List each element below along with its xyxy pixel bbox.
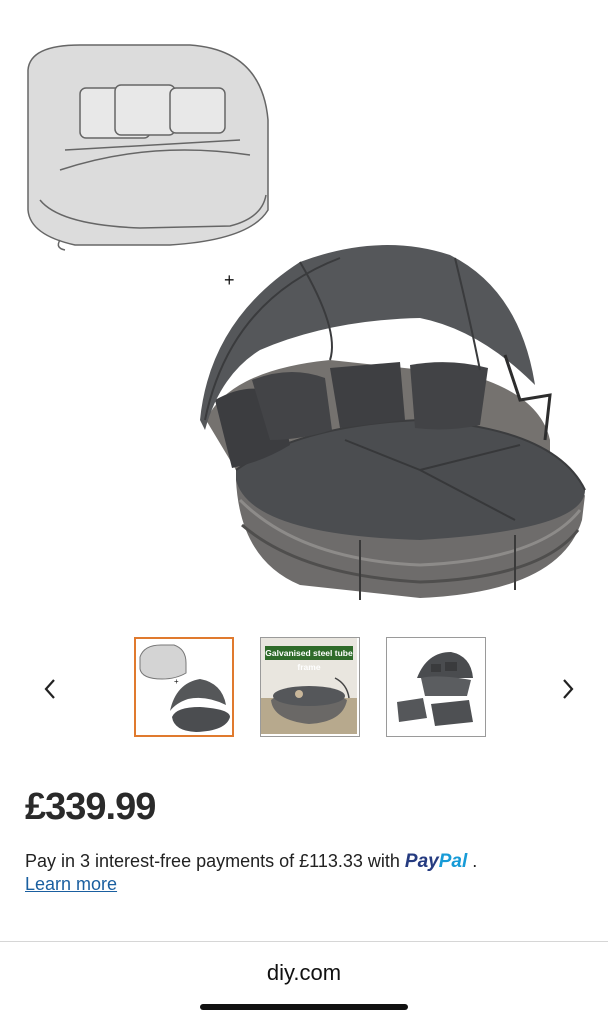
plus-sign: + — [224, 270, 235, 290]
chevron-right-icon[interactable] — [556, 674, 580, 704]
chevron-left-icon[interactable] — [38, 674, 62, 704]
daybed-illustration — [200, 245, 586, 600]
cover-illustration — [27, 44, 269, 251]
home-indicator[interactable] — [200, 1004, 408, 1010]
paypal-logo: PayPal — [404, 851, 468, 872]
thumbnail-caption: Galvanised steel tube frame — [265, 646, 353, 672]
browser-bottom-bar: diy.com — [0, 942, 608, 1024]
thumbnail-3[interactable] — [386, 637, 486, 737]
pay-in-3-text: Pay in 3 interest-free payments of £113.… — [25, 851, 400, 871]
thumbnail-1[interactable]: + — [134, 637, 234, 737]
thumbnail-carousel: + Galvanised steel tube frame — [0, 630, 608, 748]
svg-text:+: + — [174, 677, 179, 686]
paypal-installments-text: Pay in 3 interest-free payments of £113.… — [25, 848, 585, 875]
product-price: £339.99 — [25, 786, 156, 828]
product-main-image: + — [0, 0, 608, 620]
thumbnail-2[interactable]: Galvanised steel tube frame — [260, 637, 360, 737]
pay-period: . — [472, 851, 478, 871]
learn-more-link[interactable]: Learn more — [25, 874, 117, 895]
address-bar-domain[interactable]: diy.com — [0, 960, 608, 986]
